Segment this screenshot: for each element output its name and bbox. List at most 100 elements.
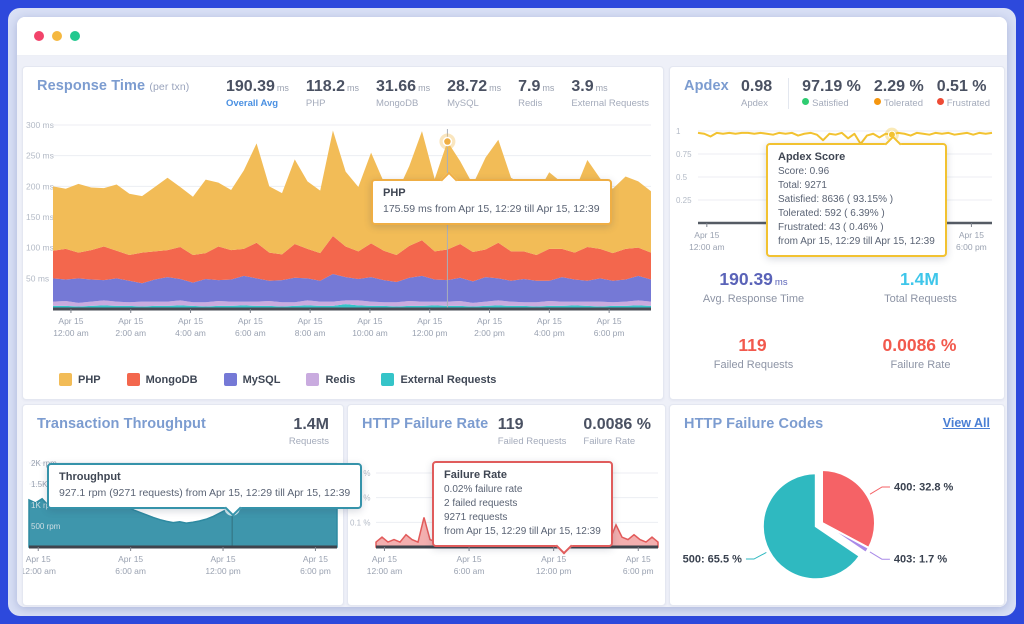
svg-text:6:00 pm: 6:00 pm [623, 566, 654, 576]
summary-failed-requests: 119 Failed Requests [670, 335, 837, 371]
legend-item-php[interactable]: PHP [59, 373, 101, 386]
stat-external-requests[interactable]: 3.9ms External Requests [571, 78, 649, 109]
svg-text:Apr 15: Apr 15 [118, 554, 143, 564]
apdex-title: Apdex [684, 78, 729, 94]
svg-text:Apr 15: Apr 15 [694, 230, 719, 240]
response-time-chart[interactable]: 300 ms250 ms200 ms150 ms100 ms50 msApr 1… [23, 115, 663, 369]
svg-text:100 ms: 100 ms [26, 243, 54, 253]
summary-total-requests: 1.4M Total Requests [837, 269, 1004, 305]
svg-text:300 ms: 300 ms [26, 120, 54, 130]
stat-mysql[interactable]: 28.72ms MySQL [447, 78, 501, 109]
apdex-stats: 0.98 Apdex 97.19 % Satisfied 2.29 % Tole… [741, 78, 990, 109]
failure-codes-panel: HTTP Failure Codes View All 400: 32.8 %4… [669, 404, 1005, 606]
stat-tolerated[interactable]: 2.29 % Tolerated [874, 78, 924, 109]
svg-text:500 rpm: 500 rpm [31, 522, 61, 531]
svg-text:400: 32.8 %: 400: 32.8 % [894, 481, 954, 493]
svg-text:150 ms: 150 ms [26, 212, 54, 222]
svg-text:Apr 15: Apr 15 [298, 316, 323, 326]
stat-requests[interactable]: 1.4M Requests [289, 416, 329, 447]
svg-text:Apr 15: Apr 15 [417, 316, 442, 326]
svg-text:12:00 am: 12:00 am [367, 566, 402, 576]
frustrated-dot-icon [937, 98, 944, 105]
response-time-stats: 190.39ms Overall Avg 118.2ms PHP 31.66ms… [226, 78, 649, 109]
svg-text:1: 1 [676, 127, 681, 136]
svg-text:6:00 pm: 6:00 pm [594, 328, 625, 338]
svg-text:6:00 am: 6:00 am [235, 328, 266, 338]
window-titlebar [17, 17, 1007, 56]
device-frame: Response Time (per txn) 190.39ms Overall… [8, 8, 1016, 616]
failure-rate-tooltip: Failure Rate 0.02% failure rate2 failed … [432, 461, 613, 547]
stat-overall-avg[interactable]: 190.39ms Overall Avg [226, 78, 289, 109]
svg-text:Apr 15: Apr 15 [457, 554, 482, 564]
svg-text:Apr 15: Apr 15 [58, 316, 83, 326]
failure-rate-stats: 119 Failed Requests 0.0086 % Failure Rat… [498, 416, 651, 447]
satisfied-dot-icon [802, 98, 809, 105]
summary-avg-response-time: 190.39ms Avg. Response Time [670, 269, 837, 305]
throughput-stats: 1.4M Requests [289, 416, 329, 447]
stat-apdex-score[interactable]: 0.98 Apdex [741, 78, 789, 109]
window-minimize-button[interactable] [52, 31, 62, 41]
svg-text:0.5: 0.5 [676, 173, 688, 182]
svg-text:500: 65.5 %: 500: 65.5 % [683, 554, 743, 566]
svg-text:12:00 am: 12:00 am [53, 328, 88, 338]
response-time-tooltip: PHP 175.59 ms from Apr 15, 12:29 till Ap… [371, 179, 612, 225]
redis-swatch [306, 373, 319, 386]
apdex-panel: Apdex 0.98 Apdex 97.19 % Satisfied 2.29 … [669, 66, 1005, 400]
stat-php[interactable]: 118.2ms PHP [306, 78, 359, 109]
mysql-swatch [224, 373, 237, 386]
throughput-panel: Transaction Throughput 1.4M Requests 2K … [22, 404, 344, 606]
legend-item-external-requests[interactable]: External Requests [381, 373, 496, 386]
response-time-legend: PHP MongoDB MySQL Redis External Request… [59, 373, 496, 386]
stat-failed-requests[interactable]: 119 Failed Requests [498, 416, 567, 447]
svg-text:Apr 15: Apr 15 [477, 316, 502, 326]
svg-text:Apr 15: Apr 15 [303, 554, 328, 564]
window-zoom-button[interactable] [70, 31, 80, 41]
svg-text:Apr 15: Apr 15 [26, 554, 51, 564]
svg-text:6:00 am: 6:00 am [115, 566, 146, 576]
tolerated-dot-icon [874, 98, 881, 105]
svg-text:12:00 pm: 12:00 pm [412, 328, 447, 338]
svg-text:6:00 am: 6:00 am [454, 566, 485, 576]
stat-failure-rate[interactable]: 0.0086 % Failure Rate [583, 416, 651, 447]
svg-text:0.1 %: 0.1 % [350, 518, 370, 527]
dashboard-content: Response Time (per txn) 190.39ms Overall… [17, 56, 1007, 607]
svg-text:Apr 15: Apr 15 [357, 316, 382, 326]
stat-frustrated[interactable]: 0.51 % Frustrated [937, 78, 990, 109]
response-time-panel: Response Time (per txn) 190.39ms Overall… [22, 66, 664, 400]
svg-text:4:00 am: 4:00 am [175, 328, 206, 338]
legend-item-redis[interactable]: Redis [306, 373, 355, 386]
svg-text:10:00 am: 10:00 am [352, 328, 387, 338]
view-all-link[interactable]: View All [943, 416, 990, 430]
failure-codes-title: HTTP Failure Codes [684, 416, 823, 432]
stat-satisfied[interactable]: 97.19 % Satisfied [802, 78, 861, 109]
svg-text:Apr 15: Apr 15 [597, 316, 622, 326]
mongodb-swatch [127, 373, 140, 386]
stat-redis[interactable]: 7.9ms Redis [518, 78, 554, 109]
svg-text:Apr 15: Apr 15 [118, 316, 143, 326]
svg-text:6:00 pm: 6:00 pm [300, 566, 331, 576]
svg-text:4:00 pm: 4:00 pm [534, 328, 565, 338]
svg-text:6:00 pm: 6:00 pm [956, 242, 987, 252]
svg-text:Apr 15: Apr 15 [178, 316, 203, 326]
apdex-summary: 190.39ms Avg. Response Time 1.4M Total R… [670, 269, 1004, 371]
svg-text:12:00 pm: 12:00 pm [536, 566, 571, 576]
svg-text:2:00 pm: 2:00 pm [474, 328, 505, 338]
failure-rate-title: HTTP Failure Rate [362, 416, 488, 432]
svg-text:Apr 15: Apr 15 [238, 316, 263, 326]
svg-text:200 ms: 200 ms [26, 181, 54, 191]
failure-rate-panel: HTTP Failure Rate 119 Failed Requests 0.… [347, 404, 666, 606]
summary-failure-rate: 0.0086 % Failure Rate [837, 335, 1004, 371]
svg-text:0.25: 0.25 [676, 196, 692, 205]
svg-text:50 ms: 50 ms [26, 273, 49, 283]
throughput-tooltip: Throughput 927.1 rpm (9271 requests) fro… [47, 463, 362, 509]
stat-mongodb[interactable]: 31.66ms MongoDB [376, 78, 430, 109]
failure-codes-pie-chart[interactable]: 400: 32.8 %403: 1.7 %500: 65.5 % [670, 441, 1004, 599]
window-close-button[interactable] [34, 31, 44, 41]
svg-text:Apr 15: Apr 15 [211, 554, 236, 564]
svg-text:0.75: 0.75 [676, 150, 692, 159]
legend-item-mysql[interactable]: MySQL [224, 373, 281, 386]
throughput-title: Transaction Throughput [37, 416, 206, 432]
svg-text:12:00 pm: 12:00 pm [205, 566, 240, 576]
legend-item-mongodb[interactable]: MongoDB [127, 373, 198, 386]
response-time-title: Response Time (per txn) [37, 78, 189, 94]
